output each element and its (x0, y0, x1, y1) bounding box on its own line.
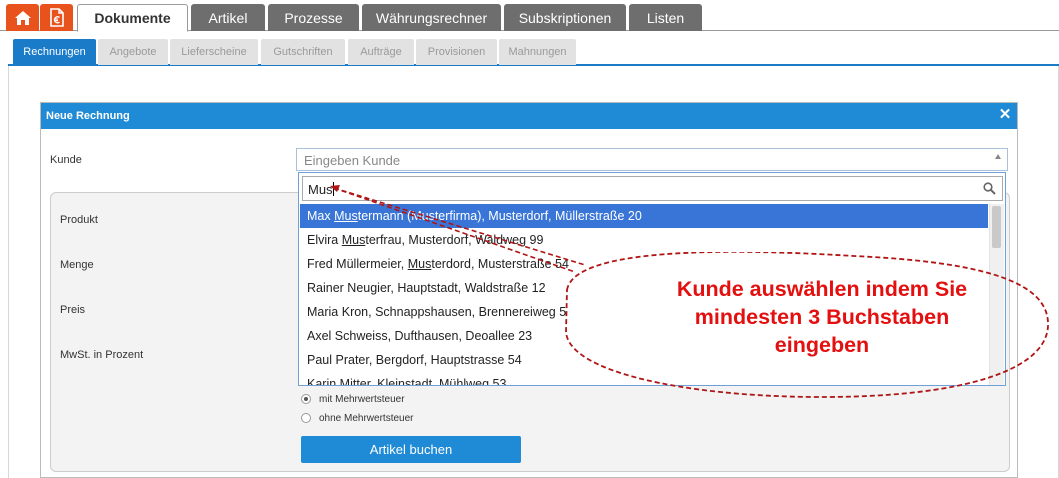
book-article-button[interactable]: Artikel buchen (301, 436, 521, 463)
document-euro-icon (49, 8, 64, 27)
subtab-gutschriften[interactable]: Gutschriften (261, 39, 345, 65)
top-nav: Dokumente Artikel Prozesse Währungsrechn… (0, 0, 1059, 32)
home-icon (14, 10, 31, 25)
annotation-line-2: mindesten 3 Buchstaben (694, 305, 950, 329)
dialog-header: Neue Rechnung ✕ (41, 103, 1017, 129)
close-icon[interactable]: ✕ (997, 107, 1013, 123)
home-button[interactable] (6, 4, 39, 31)
subtab-lieferscheine[interactable]: Lieferscheine (170, 39, 258, 65)
label-mwst: MwSt. in Prozent (60, 349, 144, 361)
tab-listen[interactable]: Listen (629, 4, 702, 31)
tab-dokumente[interactable]: Dokumente (77, 4, 188, 32)
documents-button[interactable] (40, 4, 73, 31)
app-root: Dokumente Artikel Prozesse Währungsrechn… (0, 0, 1059, 478)
annotation-line-1: Kunde auswählen indem Sie (676, 277, 968, 301)
radio-ohne-mwst[interactable] (301, 413, 311, 423)
subtab-rechnungen[interactable]: Rechnungen (13, 39, 96, 65)
result-text-prefix: Maria Kron, Schnappshausen, Brennereiweg… (307, 305, 567, 319)
caret-up-icon (995, 154, 1001, 159)
tab-subskriptionen[interactable]: Subskriptionen (504, 4, 626, 31)
label-preis: Preis (60, 304, 86, 316)
customer-search-value: Mus (308, 182, 333, 197)
label-menge: Menge (60, 259, 94, 271)
result-text-prefix: Axel Schweiss, Dufthausen, Deoallee 23 (307, 329, 533, 343)
annotation-text: Kunde auswählen indem Sie mindesten 3 Bu… (612, 275, 1032, 359)
tab-waehrungsrechner[interactable]: Währungsrechner (362, 4, 501, 31)
scrollbar-thumb[interactable] (992, 206, 1001, 248)
search-icon (983, 182, 996, 195)
subtab-mahnungen[interactable]: Mahnungen (499, 39, 576, 65)
result-text-prefix: Rainer Neugier, Hauptstadt, Waldstraße 1… (307, 281, 546, 295)
label-produkt: Produkt (60, 214, 98, 226)
tab-artikel[interactable]: Artikel (191, 4, 265, 31)
dialog-title: Neue Rechnung (46, 110, 130, 122)
subtab-provisionen[interactable]: Provisionen (416, 39, 497, 65)
radio-mit-mwst[interactable] (301, 394, 311, 404)
customer-select[interactable]: Eingeben Kunde (296, 148, 1008, 171)
annotation-pointer (330, 185, 586, 273)
tab-prozesse[interactable]: Prozesse (268, 4, 359, 31)
annotation-line-3: eingeben (774, 333, 870, 357)
radio-label-ohne-mwst: ohne Mehrwertsteuer (319, 413, 414, 424)
label-kunde: Kunde (50, 154, 82, 166)
subtab-angebote[interactable]: Angebote (98, 39, 168, 65)
radio-label-mit-mwst: mit Mehrwertsteuer (319, 394, 405, 405)
subtab-auftraege[interactable]: Aufträge (348, 39, 414, 65)
result-text-prefix: Karin Mitter, Kleinstadt, Mühlweg 53 (307, 377, 507, 386)
sub-nav: Rechnungen Angebote Lieferscheine Gutsch… (8, 38, 1059, 66)
customer-select-placeholder: Eingeben Kunde (304, 153, 401, 168)
result-text-prefix: Paul Prater, Bergdorf, Hauptstrasse 54 (307, 353, 522, 367)
